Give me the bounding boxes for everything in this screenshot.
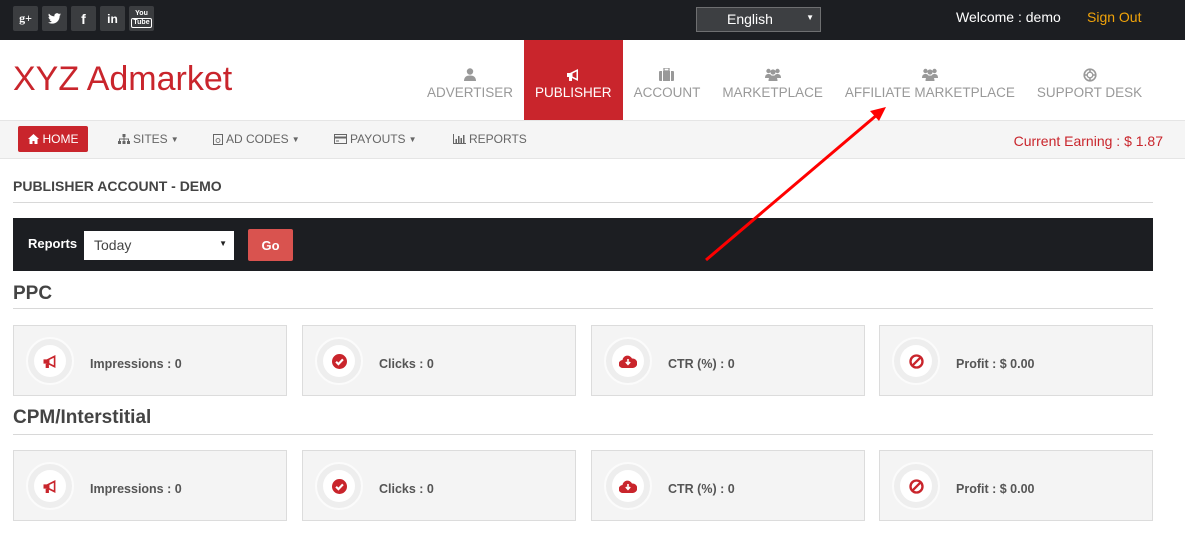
stat-text: Clicks : 0 [379,482,434,496]
stat-card-profit: Profit : $ 0.00 [879,450,1153,521]
stat-card-clicks: Clicks : 0 [302,325,576,396]
code-file-icon [213,133,223,145]
nav-label: ADVERTISER [427,84,514,100]
icon-circle [315,337,363,385]
main-nav: ADVERTISER PUBLISHER ACCOUNT MARKETPLACE… [416,40,1153,120]
stat-text: Impressions : 0 [90,482,182,496]
linkedin-icon[interactable]: in [100,6,125,31]
nav-label: MARKETPLACE [722,84,823,100]
google-plus-icon[interactable]: g+ [13,6,38,31]
divider [13,434,1153,435]
home-icon [27,134,39,144]
nav-label: PUBLISHER [535,84,612,100]
credit-card-icon [334,134,347,144]
subnav-label: SITES [133,132,168,146]
icon-circle [604,337,652,385]
nav-label: ACCOUNT [633,84,701,100]
nav-affiliate-marketplace[interactable]: AFFILIATE MARKETPLACE [834,40,1026,120]
stat-card-ctr: CTR (%) : 0 [591,325,865,396]
subnav-ad-codes[interactable]: AD CODES ▼ [213,132,300,146]
bullhorn-icon [43,354,56,368]
welcome-text: Welcome : demo [956,9,1061,25]
facebook-icon[interactable]: f [71,6,96,31]
ban-icon [908,353,924,369]
subnav-reports[interactable]: REPORTS [453,132,527,146]
youtube-icon-bottom: Tube [131,17,152,28]
top-bar: g+ f in You Tube English ▼ Welcome : dem… [0,0,1185,40]
section-title-ppc: PPC [13,283,53,304]
section-title-cpm: CPM/Interstitial [13,407,152,428]
nav-label: AFFILIATE MARKETPLACE [844,84,1015,100]
divider [13,308,1153,309]
home-button[interactable]: HOME [18,126,88,152]
logo[interactable]: XYZ Admarket [13,60,232,99]
nav-marketplace[interactable]: MARKETPLACE [711,40,834,120]
stat-text: CTR (%) : 0 [668,482,735,496]
bullhorn-icon [43,479,56,493]
youtube-icon[interactable]: You Tube [129,6,154,31]
sitemap-icon [118,134,130,144]
header: XYZ Admarket ADVERTISER PUBLISHER ACCOUN… [0,40,1185,120]
sub-nav: HOME SITES ▼ AD CODES ▼ PAYOUTS ▼ REPORT… [0,120,1185,159]
stat-card-impressions: Impressions : 0 [13,450,287,521]
home-label: HOME [42,132,79,146]
social-links: g+ f in You Tube [13,6,154,31]
icon-circle [26,462,74,510]
nav-account[interactable]: ACCOUNT [623,40,712,120]
stat-text: Impressions : 0 [90,357,182,371]
subnav-payouts[interactable]: PAYOUTS ▼ [334,132,417,146]
page-title: PUBLISHER ACCOUNT - DEMO [13,178,222,194]
users-icon [921,67,938,83]
users-icon [764,67,781,83]
subnav-sites[interactable]: SITES ▼ [118,132,179,146]
reports-label: Reports [28,236,78,251]
stat-text: CTR (%) : 0 [668,357,735,371]
briefcase-icon [659,67,675,83]
icon-circle [892,337,940,385]
nav-publisher[interactable]: PUBLISHER [524,40,623,120]
nav-support-desk[interactable]: SUPPORT DESK [1026,40,1153,120]
icon-circle [604,462,652,510]
chevron-down-icon: ▼ [291,134,300,144]
check-circle-icon [331,353,347,369]
go-button[interactable]: Go [248,229,293,261]
check-circle-icon [331,478,347,494]
subnav-label: REPORTS [469,132,527,146]
reports-period-select[interactable]: Today ▼ [84,231,234,260]
stat-card-clicks: Clicks : 0 [302,450,576,521]
cloud-download-icon [619,480,637,493]
chevron-down-icon: ▼ [806,13,814,22]
youtube-icon-top: You [135,9,148,17]
language-value: English [727,11,773,27]
sign-out-link[interactable]: Sign Out [1087,9,1141,25]
nav-advertiser[interactable]: ADVERTISER [416,40,524,120]
reports-period-value: Today [94,237,132,253]
subnav-label: AD CODES [226,132,289,146]
stat-card-profit: Profit : $ 0.00 [879,325,1153,396]
stat-text: Profit : $ 0.00 [956,357,1035,371]
twitter-icon[interactable] [42,6,67,31]
nav-label: SUPPORT DESK [1036,84,1143,100]
chevron-down-icon: ▼ [170,134,179,144]
cloud-download-icon [619,355,637,368]
user-icon [464,67,477,83]
icon-circle [315,462,363,510]
reports-bar: Reports Today ▼ Go [13,218,1153,271]
chevron-down-icon: ▼ [408,134,417,144]
subnav-label: PAYOUTS [350,132,406,146]
bar-chart-icon [453,134,466,144]
stat-text: Clicks : 0 [379,357,434,371]
bullhorn-icon [566,67,580,83]
icon-circle [892,462,940,510]
divider [13,202,1153,203]
icon-circle [26,337,74,385]
life-ring-icon [1082,67,1097,83]
stat-card-ctr: CTR (%) : 0 [591,450,865,521]
stat-text: Profit : $ 0.00 [956,482,1035,496]
language-select[interactable]: English ▼ [696,7,821,32]
stat-card-impressions: Impressions : 0 [13,325,287,396]
chevron-down-icon: ▼ [219,239,227,248]
current-earning: Current Earning : $ 1.87 [1013,133,1163,149]
ban-icon [908,478,924,494]
